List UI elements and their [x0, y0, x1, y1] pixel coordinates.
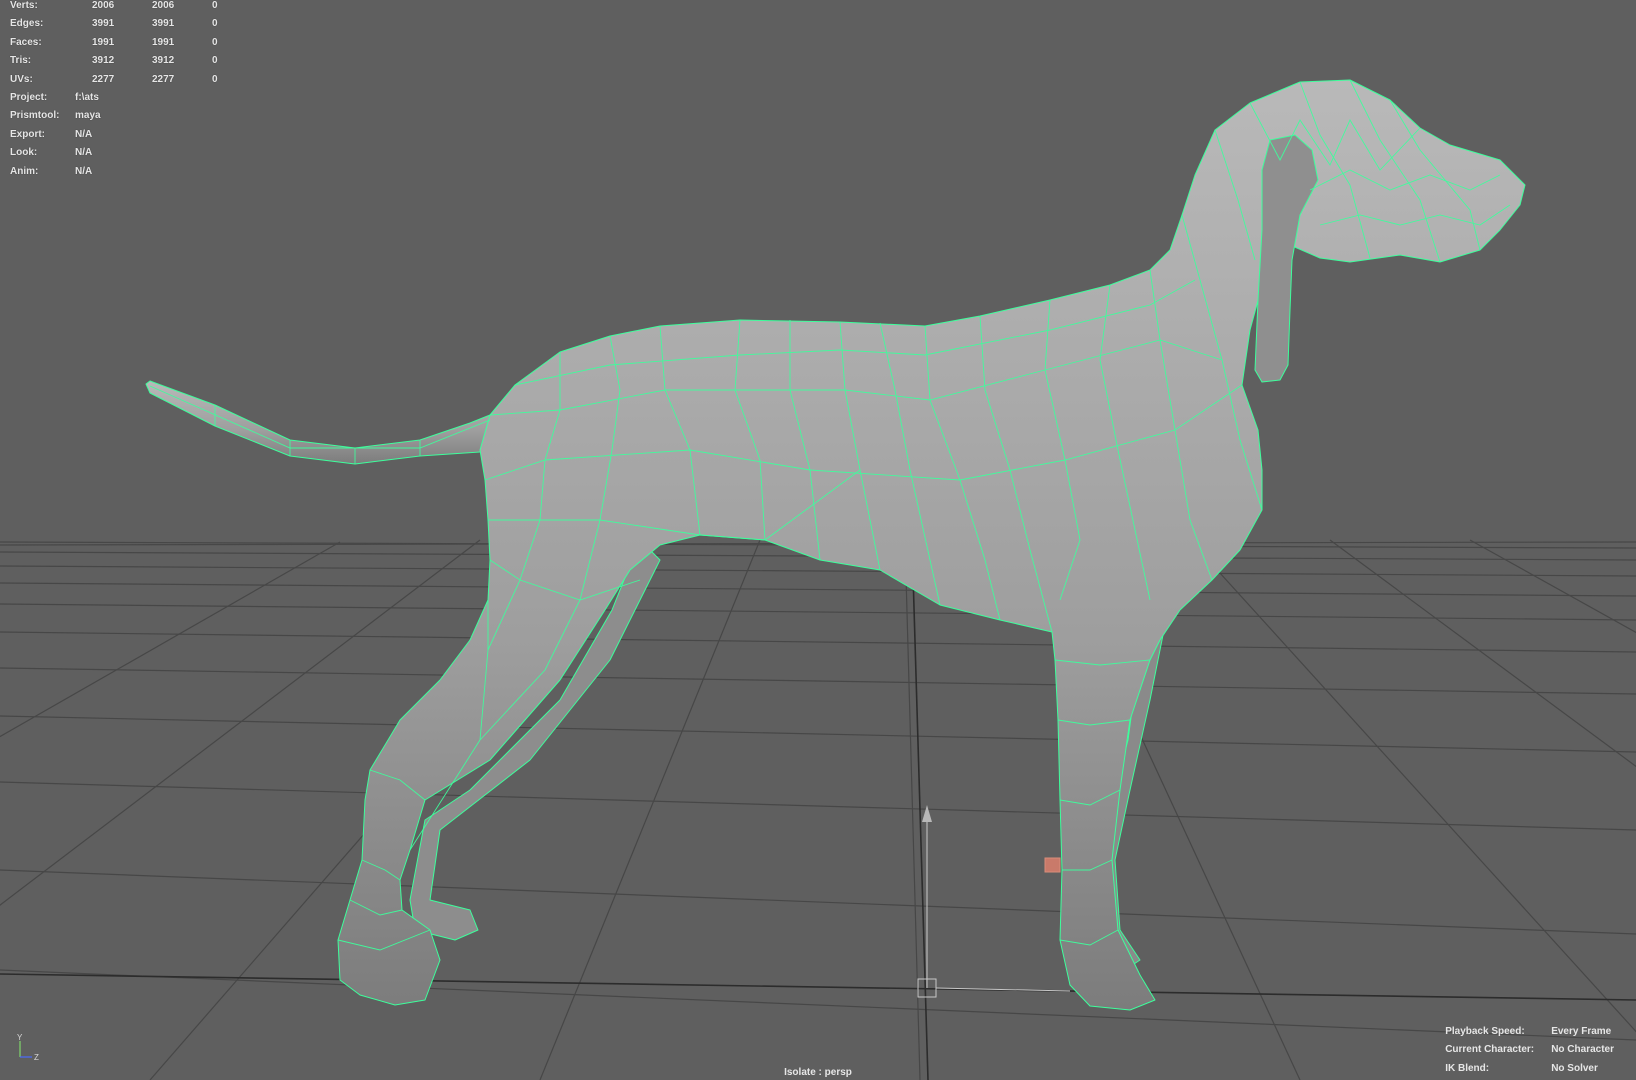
- dog-ear: [1254, 134, 1319, 383]
- stat-value: 3991: [92, 18, 115, 30]
- stat-value: 0: [212, 55, 218, 67]
- maya-persp-viewport[interactable]: Verts: 2006 2006 0 Edges: 3991 3991 0 Fa…: [0, 0, 1636, 1080]
- scene-3d[interactable]: [0, 0, 1636, 1080]
- stat-value: 1991: [92, 36, 115, 48]
- selected-face: [1044, 857, 1061, 873]
- move-manipulator[interactable]: [917, 805, 1071, 998]
- info-label: Project:: [10, 92, 48, 103]
- stat-value: 3912: [152, 55, 175, 67]
- info-label: Anim:: [10, 165, 39, 177]
- ground-grid: [0, 539, 1636, 1080]
- playback-value: No Character: [1551, 1044, 1614, 1056]
- stat-label: Verts:: [10, 0, 38, 11]
- info-label: Prismtool:: [10, 110, 60, 122]
- info-value: N/A: [75, 147, 93, 159]
- dog-mesh[interactable]: [145, 79, 1526, 1011]
- info-row-prismtool: Prismtool: maya: [10, 107, 101, 125]
- info-value: maya: [75, 110, 101, 122]
- view-axis-icon: Y Z: [17, 1033, 39, 1062]
- project-info-hud: Project: f:\ats Prismtool: maya Export: …: [10, 89, 101, 181]
- stat-value: 3912: [92, 55, 115, 67]
- playback-label: Playback Speed:: [1445, 1025, 1525, 1037]
- axis-y-label: Y: [17, 1033, 23, 1042]
- stat-value: 2277: [152, 73, 175, 85]
- stat-row-uvs: UVs: 2277 2277 0: [10, 71, 242, 89]
- axis-z-label: Z: [34, 1053, 39, 1062]
- stat-row-verts: Verts: 2006 2006 0: [10, 0, 242, 15]
- dog-body: [337, 79, 1526, 1011]
- stat-row-faces: Faces: 1991 1991 0: [10, 34, 242, 52]
- stat-label: Edges:: [10, 18, 44, 30]
- playback-value: Every Frame: [1551, 1025, 1612, 1037]
- info-row-anim: Anim: N/A: [10, 163, 101, 181]
- stat-value: 3991: [152, 18, 175, 30]
- info-label: Export:: [10, 128, 45, 140]
- stat-value: 0: [212, 36, 218, 48]
- playback-row-speed: Playback Speed: Every Frame: [1445, 1023, 1614, 1041]
- info-label: Look:: [10, 147, 38, 159]
- info-value: f:\ats: [75, 92, 99, 103]
- info-row-look: Look: N/A: [10, 144, 101, 162]
- stat-row-edges: Edges: 3991 3991 0: [10, 15, 242, 33]
- dog-tail: [145, 380, 499, 465]
- stat-label: Faces:: [10, 36, 42, 48]
- stat-label: UVs:: [10, 73, 33, 85]
- stat-label: Tris:: [10, 55, 32, 67]
- stat-value: 2006: [92, 0, 115, 11]
- poly-count-hud: Verts: 2006 2006 0 Edges: 3991 3991 0 Fa…: [10, 0, 242, 89]
- stat-row-tris: Tris: 3912 3912 0: [10, 52, 242, 70]
- info-value: N/A: [75, 128, 93, 140]
- playback-row-character: Current Character: No Character: [1445, 1041, 1614, 1059]
- stat-value: 2006: [152, 0, 175, 11]
- stat-value: 0: [212, 73, 218, 85]
- grid-axis-lines: [0, 539, 1636, 1080]
- stat-value: 1991: [152, 36, 175, 48]
- info-value: N/A: [75, 165, 93, 177]
- playback-label: Current Character:: [1445, 1044, 1535, 1056]
- stat-value: 0: [212, 18, 218, 30]
- camera-isolate-label: Isolate : persp: [784, 1067, 852, 1078]
- stat-value: 2277: [92, 73, 115, 85]
- info-row-project: Project: f:\ats: [10, 89, 101, 107]
- info-row-export: Export: N/A: [10, 126, 101, 144]
- stat-value: 0: [212, 0, 218, 11]
